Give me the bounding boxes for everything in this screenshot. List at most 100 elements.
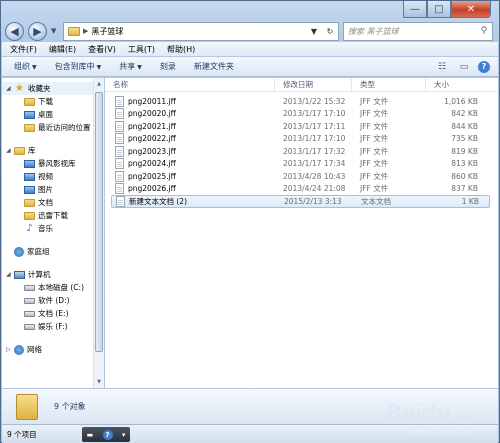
- file-row[interactable]: png20023.jff 2013/1/17 17:32 JFF 文件 819 …: [111, 145, 490, 158]
- nav-drive-f[interactable]: 娱乐 (F:): [2, 320, 103, 333]
- desktop-icon: [24, 110, 35, 119]
- drive-icon: [24, 297, 35, 304]
- file-name: png20026.jff: [128, 184, 176, 194]
- nav-homegroup[interactable]: 家庭组: [2, 245, 103, 258]
- nav-desktop[interactable]: 桌面: [2, 108, 103, 121]
- overlay-widget[interactable]: ▬ ? ▾: [82, 427, 130, 442]
- scrollbar-thumb[interactable]: [95, 92, 103, 352]
- include-in-library-button[interactable]: 包含到库中 ▼: [55, 61, 102, 72]
- preview-pane-icon[interactable]: ▭: [456, 60, 472, 74]
- file-name: png20011.jff: [128, 96, 176, 106]
- collapse-icon[interactable]: ◢: [6, 147, 14, 154]
- file-type: JFF 文件: [360, 134, 389, 144]
- scroll-up-icon[interactable]: ▲: [94, 78, 104, 90]
- file-type: JFF 文件: [360, 96, 389, 106]
- nav-music[interactable]: ♪ 音乐: [2, 222, 103, 235]
- file-type: JFF 文件: [360, 146, 389, 156]
- collapse-icon[interactable]: ◢: [6, 271, 14, 278]
- file-row[interactable]: png20024.jff 2013/1/17 17:34 JFF 文件 813 …: [111, 158, 490, 171]
- file-type: JFF 文件: [360, 184, 389, 194]
- help-icon[interactable]: ?: [102, 429, 113, 440]
- file-date: 2013/1/17 17:10: [283, 134, 346, 144]
- chevron-down-icon[interactable]: ▾: [122, 431, 126, 439]
- column-type[interactable]: 类型: [352, 77, 426, 92]
- file-row[interactable]: png20011.jff 2013/1/22 15:32 JFF 文件 1,01…: [111, 95, 490, 108]
- burn-button[interactable]: 刻录: [160, 61, 176, 72]
- nav-videos[interactable]: 视频: [2, 170, 103, 183]
- menu-file[interactable]: 文件(F): [10, 44, 37, 55]
- file-row[interactable]: png20021.jff 2013/1/17 17:11 JFF 文件 844 …: [111, 120, 490, 133]
- file-row[interactable]: png20025.jff 2013/4/28 10:43 JFF 文件 860 …: [111, 170, 490, 183]
- folder-icon: [68, 26, 80, 36]
- nav-drive-e[interactable]: 文档 (E:): [2, 307, 103, 320]
- file-row[interactable]: png20022.jff 2013/1/17 17:10 JFF 文件 735 …: [111, 133, 490, 146]
- search-icon[interactable]: ⚲: [476, 26, 492, 36]
- address-dropdown-icon[interactable]: ▼: [306, 27, 322, 36]
- keyboard-icon[interactable]: ▬: [87, 431, 94, 439]
- chevron-down-icon: ▼: [32, 64, 37, 71]
- new-folder-button[interactable]: 新建文件夹: [194, 61, 234, 72]
- file-date: 2013/4/28 10:43: [283, 171, 346, 181]
- view-options-icon[interactable]: ☷: [434, 60, 450, 74]
- menu-view[interactable]: 查看(V): [88, 44, 116, 55]
- homegroup-group: 家庭组: [2, 245, 103, 258]
- organize-button[interactable]: 组织 ▼: [14, 61, 37, 72]
- file-size: 837 KB: [451, 184, 478, 194]
- nav-computer[interactable]: ◢ 计算机: [2, 268, 103, 281]
- file-size: 735 KB: [451, 134, 478, 144]
- minimize-button[interactable]: —: [403, 1, 427, 18]
- file-size: 844 KB: [451, 121, 478, 131]
- column-name[interactable]: 名称: [105, 77, 275, 92]
- menu-tools[interactable]: 工具(T): [128, 44, 155, 55]
- address-bar[interactable]: ▶ 黑子篮球 ▼ ↻: [63, 21, 339, 41]
- scroll-down-icon[interactable]: ▼: [94, 376, 104, 388]
- nav-drive-c[interactable]: 本地磁盘 (C:): [2, 281, 103, 294]
- nav-drive-d[interactable]: 软件 (D:): [2, 294, 103, 307]
- file-row-selected[interactable]: 新建文本文档 (2) 2015/2/13 3:13 文本文档 1 KB: [111, 195, 490, 208]
- menu-edit[interactable]: 编辑(E): [49, 44, 76, 55]
- expand-icon[interactable]: ▷: [6, 346, 14, 353]
- file-name: png20023.jff: [128, 146, 176, 156]
- file-row[interactable]: png20026.jff 2013/4/24 21:08 JFF 文件 837 …: [111, 183, 490, 196]
- file-list-pane: 名称 修改日期 类型 大小 png20011.jff 2013/1/22 15:…: [105, 77, 498, 388]
- window-controls: — □ ✕: [403, 1, 491, 18]
- file-type: JFF 文件: [360, 171, 389, 181]
- collapse-icon[interactable]: ◢: [6, 85, 14, 92]
- search-box[interactable]: 搜索 黑子篮球 ⚲: [343, 21, 493, 41]
- homegroup-icon: [14, 246, 24, 257]
- nav-libraries[interactable]: ◢ 库: [2, 144, 103, 157]
- watermark-sub: 经验: [455, 412, 475, 423]
- nav-scrollbar[interactable]: ▲ ▼: [93, 78, 104, 388]
- file-date: 2013/1/22 15:32: [283, 96, 346, 106]
- download-folder-icon: [24, 211, 35, 220]
- search-input[interactable]: 搜索 黑子篮球: [348, 26, 476, 37]
- nav-xunlei-downloads[interactable]: 迅雷下载: [2, 209, 103, 222]
- file-rows: png20011.jff 2013/1/22 15:32 JFF 文件 1,01…: [111, 95, 490, 208]
- file-size: 819 KB: [451, 146, 478, 156]
- help-icon[interactable]: ?: [478, 60, 490, 73]
- forward-button[interactable]: ▶: [28, 21, 47, 41]
- nav-baofeng-library[interactable]: 暴风影视库: [2, 157, 103, 170]
- nav-pictures[interactable]: 图片: [2, 183, 103, 196]
- column-size[interactable]: 大小: [426, 78, 494, 92]
- file-row[interactable]: png20020.jff 2013/1/17 17:10 JFF 文件 842 …: [111, 108, 490, 121]
- nav-downloads[interactable]: 下载: [2, 95, 103, 108]
- drive-icon: [24, 284, 35, 291]
- nav-network[interactable]: ▷ 网络: [2, 343, 103, 356]
- file-type: 文本文档: [361, 196, 391, 206]
- nav-favorites[interactable]: ◢ ★ 收藏夹: [2, 82, 103, 95]
- breadcrumb-path[interactable]: 黑子篮球: [91, 26, 123, 37]
- breadcrumb-arrow-icon[interactable]: ▶: [83, 27, 88, 35]
- menu-help[interactable]: 帮助(H): [167, 44, 195, 55]
- recent-pages-dropdown-icon[interactable]: ▼: [51, 27, 59, 35]
- nav-recent-places[interactable]: 最近访问的位置: [2, 121, 103, 134]
- back-button[interactable]: ◀: [5, 21, 24, 41]
- refresh-icon[interactable]: ↻: [322, 27, 338, 36]
- maximize-button[interactable]: □: [427, 1, 451, 18]
- share-button[interactable]: 共享 ▼: [119, 61, 142, 72]
- file-date: 2013/4/24 21:08: [283, 184, 346, 194]
- nav-documents[interactable]: 文档: [2, 196, 103, 209]
- close-button[interactable]: ✕: [451, 1, 491, 18]
- navigation-pane: ◢ ★ 收藏夹 下载 桌面 最近访问的位置 ◢ 库 暴风影视库 视频 图片 文档…: [2, 78, 104, 388]
- column-date[interactable]: 修改日期: [275, 77, 352, 92]
